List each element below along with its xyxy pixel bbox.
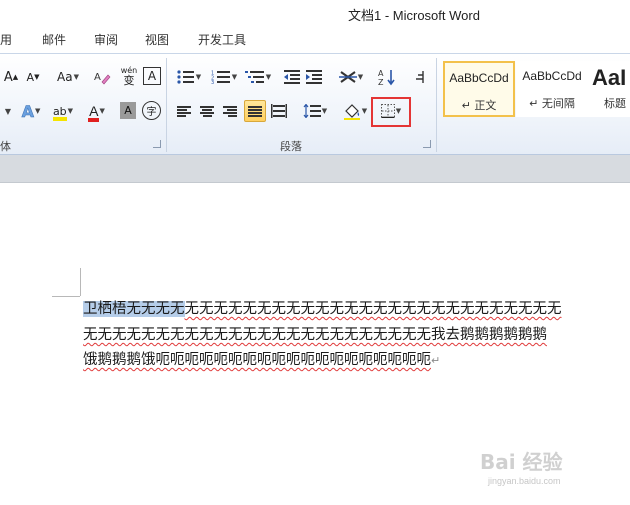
text-effects-button[interactable]: A ▼	[18, 100, 44, 122]
font-group-label: 体	[0, 140, 11, 153]
enclose-characters-button[interactable]: 字	[142, 101, 161, 120]
ribbon-tabs: 用 邮件 审阅 视图 开发工具	[0, 27, 630, 53]
phonetic-guide-button[interactable]: wén 变	[119, 64, 139, 88]
style-no-spacing[interactable]: AaBbCcDd ↵ 无间隔	[516, 61, 588, 117]
align-left-icon	[177, 105, 191, 117]
document-line-3[interactable]: 饿鹅鹅鹅饿呃呃呃呃呃呃呃呃呃呃呃呃呃呃呃呃呃呃呃↵	[83, 350, 440, 371]
numbering-icon: 1 2 3	[211, 71, 230, 84]
distributed-icon	[271, 104, 287, 118]
style-sample: AaBbCcDd	[449, 71, 509, 85]
bullets-icon	[177, 70, 194, 84]
paint-bucket-icon	[343, 104, 360, 120]
clear-format-button[interactable]: A	[92, 67, 112, 87]
style-name: ↵ 无间隔	[529, 97, 575, 110]
line-spacing-button[interactable]: ▼	[300, 101, 330, 121]
style-normal[interactable]: AaBbCcDd ↵ 正文	[443, 61, 515, 117]
title-bar: 文档1 - Microsoft Word	[0, 0, 630, 27]
baidu-watermark: Bai 经验	[480, 450, 563, 474]
group-separator	[436, 58, 437, 152]
svg-text:A: A	[378, 69, 384, 78]
font-row2-cut-icon: ▼	[4, 106, 12, 116]
enclose-characters-icon: 字	[146, 107, 157, 118]
justify-button[interactable]	[244, 100, 266, 122]
borders-button-callout	[371, 97, 411, 127]
grow-font-button[interactable]: A ▲	[2, 67, 20, 87]
multilevel-list-icon	[244, 71, 264, 83]
distributed-button[interactable]	[269, 101, 289, 121]
character-border-button[interactable]: A	[143, 67, 161, 85]
increase-indent-icon	[306, 70, 322, 84]
font-dialog-launcher[interactable]	[153, 140, 161, 148]
shrink-font-button[interactable]: A ▼	[24, 67, 42, 87]
line-text: 饿鹅鹅鹅饿呃呃呃呃呃呃呃呃呃呃呃呃呃呃呃呃呃呃呃	[83, 352, 431, 368]
margin-marker	[52, 296, 80, 297]
style-sample: AaBbCcDd	[522, 69, 582, 83]
grow-font-icon: A	[3, 69, 13, 85]
multilevel-list-button[interactable]: ▼	[243, 68, 273, 86]
line-text: 无无无无无无无无无无无无无无无无无无无无无无无无我去鹅鹅鹅鹅鹅鹅	[83, 327, 547, 343]
font-color-button[interactable]: A ▼	[84, 100, 110, 122]
character-shading-button[interactable]: A	[120, 102, 136, 119]
baidu-watermark-url: jingyan.baidu.com	[488, 476, 561, 486]
text-highlight-button[interactable]: ab ▼	[48, 100, 78, 122]
paragraph-dialog-launcher[interactable]	[423, 140, 431, 148]
shrink-font-icon: A	[26, 70, 35, 84]
line-spacing-icon	[303, 104, 321, 118]
margin-marker	[80, 268, 81, 296]
ruler-band	[0, 155, 630, 183]
line-text: 无无无无无无无无无无无无无无无无无无无无无无无无无无	[184, 301, 562, 317]
tab-review[interactable]: 审阅	[94, 31, 118, 48]
group-separator	[166, 58, 167, 152]
paragraph-group-label: 段落	[280, 140, 302, 153]
character-border-icon: A	[147, 69, 157, 83]
text-effects-icon: A	[21, 101, 34, 121]
numbering-button[interactable]: 1 2 3 ▼	[208, 68, 240, 86]
tab-partial[interactable]: 用	[0, 31, 12, 48]
style-heading[interactable]: AaI 标题	[588, 61, 630, 117]
align-right-button[interactable]	[220, 101, 240, 121]
increase-indent-button[interactable]	[304, 68, 324, 86]
align-right-icon	[223, 105, 237, 117]
clear-format-icon: A	[94, 72, 111, 85]
decrease-indent-button[interactable]	[282, 68, 302, 86]
phonetic-bottom-label: 变	[123, 74, 135, 87]
align-center-icon	[200, 105, 214, 117]
document-line-1[interactable]: 卫栖梧无无无无无无无无无无无无无无无无无无无无无无无无无无无无无无	[83, 299, 562, 319]
style-name: 标题	[604, 97, 626, 110]
svg-text:3: 3	[211, 80, 214, 84]
paragraph-mark-icon	[416, 71, 424, 83]
sort-button[interactable]: A Z	[376, 66, 398, 88]
change-case-button[interactable]: Aa ▼	[54, 67, 82, 87]
selected-text[interactable]: 卫栖梧无无无无	[83, 301, 185, 317]
bullets-button[interactable]: ▼	[174, 68, 204, 86]
window-title: 文档1 - Microsoft Word	[348, 8, 480, 23]
decrease-indent-icon	[284, 70, 300, 84]
character-shading-icon: A	[124, 104, 132, 117]
style-sample: AaI	[592, 65, 627, 90]
font-color-icon: A	[89, 103, 99, 119]
paragraph-mark: ↵	[431, 354, 441, 367]
svg-text:A: A	[94, 72, 101, 83]
style-name: ↵ 正文	[461, 99, 497, 112]
document-line-2[interactable]: 无无无无无无无无无无无无无无无无无无无无无无无无我去鹅鹅鹅鹅鹅鹅	[83, 325, 547, 345]
sort-icon: A Z	[378, 69, 395, 86]
tab-developer[interactable]: 开发工具	[198, 31, 246, 48]
ribbon: A ▲ A ▼ Aa ▼ A wén 变 A ▼ A ▼ ab ▼ A ▼ A …	[0, 53, 630, 155]
justify-icon	[248, 105, 262, 117]
align-left-button[interactable]	[174, 101, 194, 121]
show-hide-marks-button[interactable]	[411, 66, 429, 88]
change-case-icon: Aa	[57, 70, 73, 84]
svg-text:Z: Z	[378, 78, 384, 86]
tab-view[interactable]: 视图	[145, 31, 169, 48]
word-window: 文档1 - Microsoft Word 用 邮件 审阅 视图 开发工具 A ▲ …	[0, 0, 630, 505]
chinese-layout-icon	[338, 71, 357, 83]
shading-button[interactable]: ▼	[340, 100, 370, 122]
tab-mailings[interactable]: 邮件	[42, 31, 66, 48]
align-center-button[interactable]	[197, 101, 217, 121]
chinese-layout-button[interactable]: ▼	[336, 67, 366, 87]
